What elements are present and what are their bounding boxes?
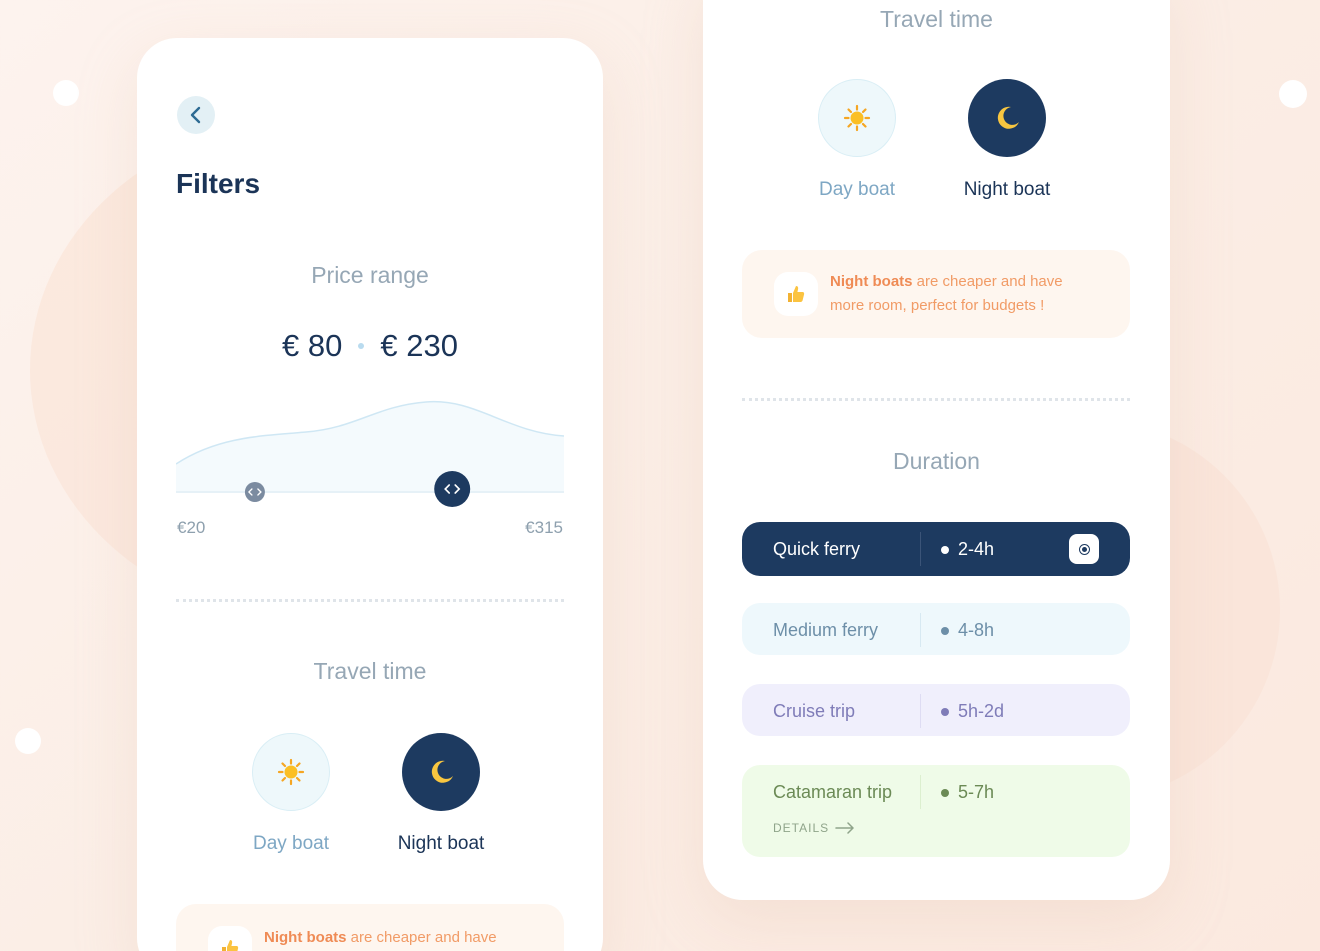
clock-icon xyxy=(941,788,949,797)
duration-name: Medium ferry xyxy=(773,620,879,640)
night-boat-label: Night boat xyxy=(397,833,485,854)
section-divider xyxy=(742,398,1130,401)
duration-option-catamaran-trip[interactable]: Catamaran trip 5-7h DETAILS xyxy=(742,765,1130,857)
duration-time: 5-7h xyxy=(941,782,994,803)
details-label: DETAILS xyxy=(773,821,830,835)
range-min-label: €20 xyxy=(177,518,206,537)
tip-highlight: Night boats xyxy=(264,929,347,946)
price-range-values: € 80 € 230 xyxy=(137,328,603,364)
thumbs-up-icon-box xyxy=(774,272,818,316)
travel-time-options: Day boat Night boat xyxy=(782,79,1082,201)
price-max-value: € 230 xyxy=(380,328,458,363)
night-boat-tip: Night boats are cheaper and have xyxy=(176,904,564,951)
duration-name: Catamaran trip xyxy=(773,782,893,802)
duration-time-value: 2-4h xyxy=(958,539,995,559)
duration-option-cruise-trip[interactable]: Cruise trip 5h-2d xyxy=(742,684,1130,736)
duration-option-quick-ferry[interactable]: Quick ferry 2-4h xyxy=(742,522,1130,576)
tip-text: Night boats are cheaper and have more ro… xyxy=(830,270,1063,318)
duration-divider xyxy=(920,532,921,566)
duration-time-value: 4-8h xyxy=(958,620,995,640)
decor-dot xyxy=(15,728,41,754)
arrow-right-icon xyxy=(835,822,854,834)
slider-handle-min[interactable] xyxy=(244,482,265,502)
day-boat-button[interactable] xyxy=(818,79,896,157)
decor-dot xyxy=(53,80,79,106)
travel-time-title: Travel time xyxy=(880,6,993,32)
details-card: Travel time Day boat Night boat Night bo… xyxy=(703,0,1170,900)
duration-time-value: 5-7h xyxy=(958,782,995,802)
page-title: Filters xyxy=(176,168,261,199)
details-link[interactable]: DETAILS xyxy=(773,821,855,835)
duration-option-medium-ferry[interactable]: Medium ferry 4-8h xyxy=(742,603,1130,655)
price-min-value: € 80 xyxy=(282,328,343,363)
duration-divider xyxy=(920,694,921,728)
selected-radio[interactable] xyxy=(1069,534,1099,564)
thumbs-up-icon-box xyxy=(208,926,252,951)
night-boat-option[interactable]: Night boat xyxy=(932,79,1082,201)
night-boat-button[interactable] xyxy=(968,79,1046,157)
duration-time: 5h-2d xyxy=(941,701,1004,722)
tip-body: are cheaper and have xyxy=(346,929,497,946)
night-boat-tip: Night boats are cheaper and have more ro… xyxy=(742,250,1130,338)
tip-text: Night boats are cheaper and have xyxy=(264,926,497,950)
day-boat-option[interactable]: Day boat xyxy=(782,79,932,201)
moon-icon xyxy=(997,106,1019,129)
travel-time-title: Travel time xyxy=(313,658,427,684)
tip-highlight: Night boats xyxy=(830,273,913,290)
duration-time-value: 5h-2d xyxy=(958,701,1005,721)
price-separator xyxy=(358,343,365,349)
night-boat-button[interactable] xyxy=(402,733,480,811)
thumbs-up-icon xyxy=(222,940,239,951)
tip-body-line1: are cheaper and have xyxy=(912,273,1063,290)
slider-handle-max[interactable] xyxy=(434,471,471,507)
sun-icon xyxy=(843,104,871,132)
duration-name: Cruise trip xyxy=(773,701,856,721)
filters-card: Filters Price range € 80 € 230 €20 €315 … xyxy=(137,38,603,951)
back-button[interactable] xyxy=(177,96,215,134)
travel-time-options: Day boat Night boat xyxy=(216,733,516,855)
range-max-label: €315 xyxy=(525,518,563,537)
duration-divider xyxy=(920,775,921,809)
price-range-title: Price range xyxy=(311,262,429,288)
price-histogram-slider[interactable] xyxy=(176,388,564,518)
day-boat-button[interactable] xyxy=(252,733,330,811)
tip-body-line2: more room, perfect for budgets ! xyxy=(830,297,1045,314)
day-boat-label: Day boat xyxy=(818,179,896,200)
duration-name: Quick ferry xyxy=(773,539,861,559)
chevron-left-icon xyxy=(190,106,201,124)
sun-icon xyxy=(277,758,305,786)
duration-title: Duration xyxy=(893,448,980,474)
clock-icon xyxy=(941,545,949,554)
duration-divider xyxy=(920,613,921,647)
moon-icon xyxy=(431,760,453,783)
duration-time: 2-4h xyxy=(941,539,994,560)
decor-dot xyxy=(1279,80,1307,108)
thumbs-up-icon xyxy=(788,286,805,302)
duration-time: 4-8h xyxy=(941,620,994,641)
night-boat-option[interactable]: Night boat xyxy=(366,733,516,855)
day-boat-option[interactable]: Day boat xyxy=(216,733,366,855)
clock-icon xyxy=(941,707,949,716)
night-boat-label: Night boat xyxy=(963,179,1051,200)
clock-icon xyxy=(941,626,949,635)
day-boat-label: Day boat xyxy=(252,833,330,854)
section-divider xyxy=(176,599,564,602)
